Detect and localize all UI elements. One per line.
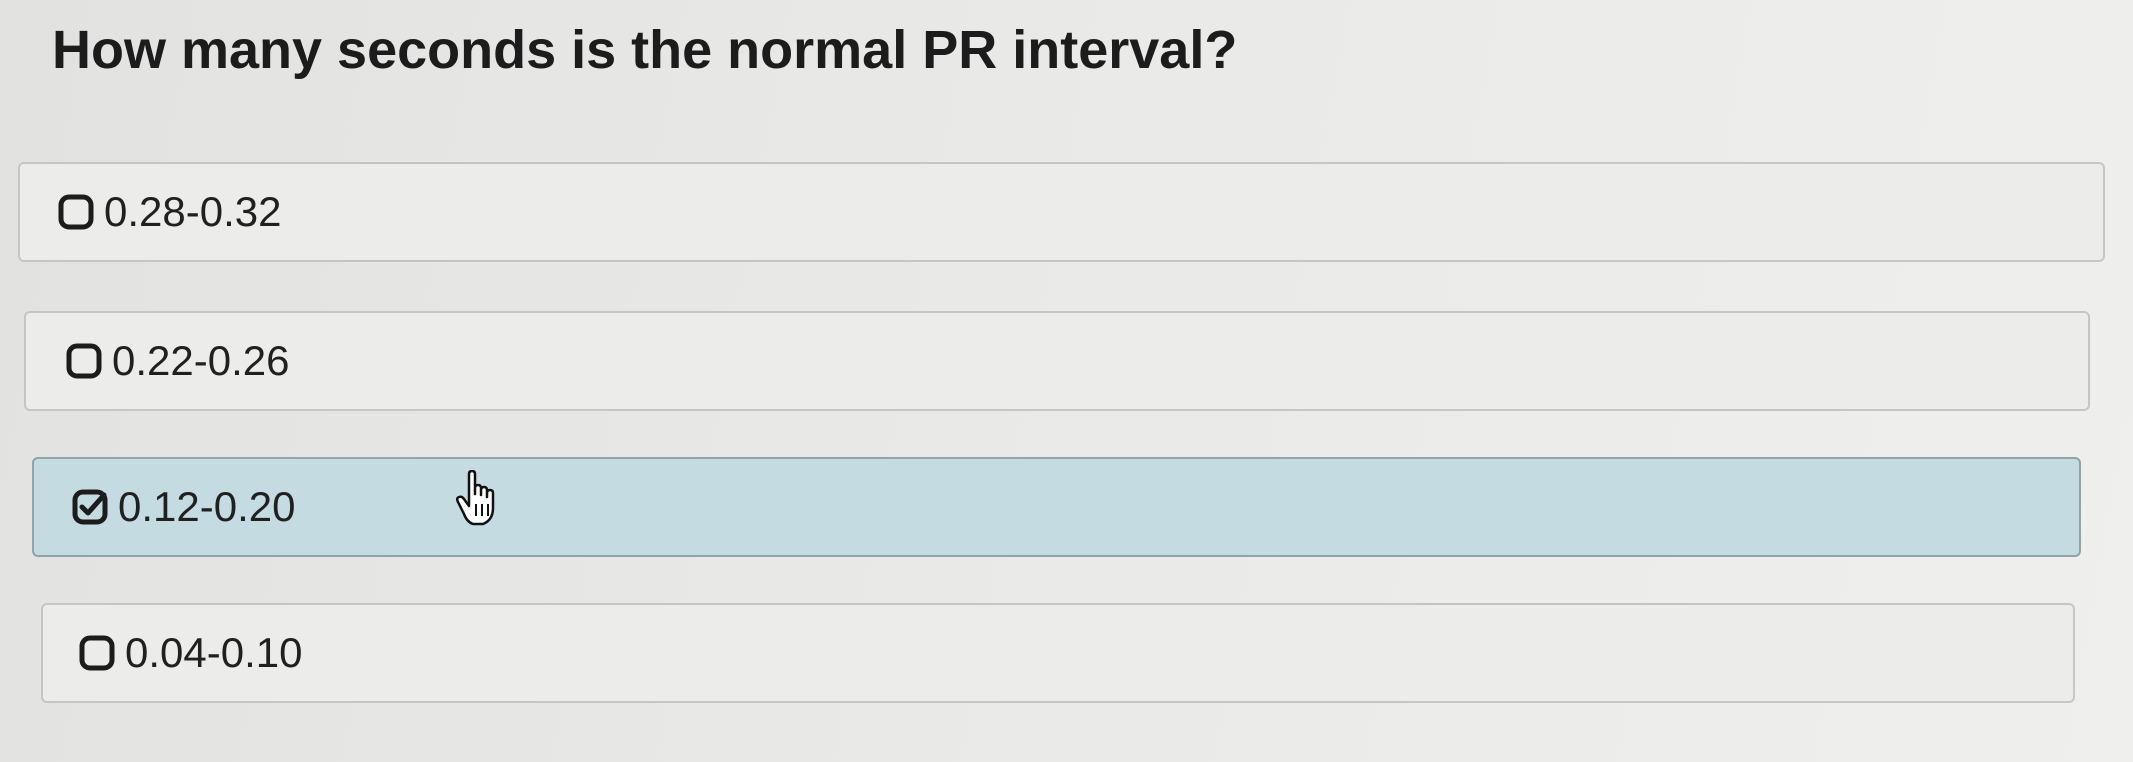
hand-pointer-icon [455, 470, 495, 526]
checked-checkbox-icon [72, 489, 108, 525]
answer-option-label: 0.12-0.20 [118, 483, 296, 530]
answer-option-label: 0.04-0.10 [125, 629, 303, 676]
answer-option-3[interactable]: 0.12-0.20 [32, 457, 2081, 557]
question-title: How many seconds is the normal PR interv… [52, 20, 1238, 80]
answer-option-label: 0.28-0.32 [104, 188, 282, 235]
empty-checkbox-icon [58, 194, 94, 230]
empty-checkbox-icon [66, 343, 102, 379]
answer-option-label: 0.22-0.26 [112, 337, 290, 384]
answer-option-4[interactable]: 0.04-0.10 [41, 603, 2075, 703]
answer-option-2[interactable]: 0.22-0.26 [24, 311, 2090, 411]
answer-option-1[interactable]: 0.28-0.32 [18, 162, 2105, 262]
empty-checkbox-icon [79, 635, 115, 671]
